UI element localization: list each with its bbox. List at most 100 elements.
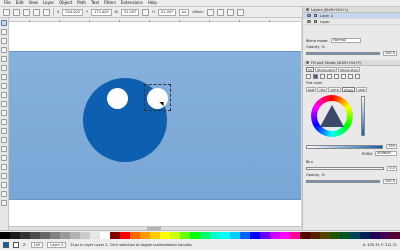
spray-icon[interactable] <box>1 146 7 152</box>
rotate-cw-icon[interactable] <box>23 8 30 16</box>
menu-item-file[interactable]: File <box>4 0 11 6</box>
dropper-icon[interactable] <box>1 191 7 197</box>
menu-item-text[interactable]: Text <box>91 0 99 6</box>
affect-label: Affect: <box>192 10 204 14</box>
rect-icon[interactable] <box>1 65 7 71</box>
pencil-icon[interactable] <box>1 110 7 116</box>
blend-mode-select[interactable]: Normal <box>331 38 362 43</box>
tab-stroke-paint[interactable]: Stroke paint <box>315 67 338 72</box>
calligraphy-icon[interactable] <box>1 128 7 134</box>
y-field[interactable]: 173.429 <box>91 8 112 16</box>
x-field[interactable]: 204.000 <box>62 8 83 16</box>
fill-indicator[interactable] <box>3 241 9 248</box>
bucket-icon[interactable] <box>1 164 7 170</box>
spiral-icon[interactable] <box>1 101 7 107</box>
menu-item-object[interactable]: Object <box>59 0 72 6</box>
flat-color-label: Flat color <box>306 81 323 85</box>
fs-opacity-slider[interactable] <box>306 180 380 183</box>
w-field[interactable]: 51.007 <box>120 8 140 16</box>
alpha-field[interactable]: 255 <box>386 144 397 149</box>
tab-stroke-style[interactable]: Stroke style <box>338 67 360 72</box>
status-bar: Z: 100 Layer 2 51px in layer Layer 2. Cl… <box>0 230 400 250</box>
menu-item-filters[interactable]: Filters <box>104 0 116 6</box>
blur-label: Blur <box>306 160 314 164</box>
drawing-canvas[interactable] <box>9 18 301 230</box>
rgba-label: RGBA: <box>361 151 373 156</box>
visibility-icon[interactable] <box>307 14 311 17</box>
color-palette[interactable] <box>0 232 400 239</box>
unset-paint-icon[interactable] <box>355 74 360 79</box>
color-triangle[interactable] <box>320 105 344 127</box>
tab-fill[interactable]: Fill <box>306 67 315 72</box>
node-icon[interactable] <box>1 29 7 35</box>
left-eye-shape[interactable] <box>107 88 128 109</box>
move-gradients-icon[interactable] <box>226 8 234 16</box>
tab-rgb[interactable]: RGB <box>306 87 317 92</box>
menu-item-help[interactable]: Help <box>148 0 157 6</box>
tab-wheel[interactable]: Wheel <box>341 87 356 92</box>
text-icon[interactable] <box>1 137 7 143</box>
value-slider[interactable] <box>361 96 365 136</box>
layer-opacity-slider[interactable] <box>306 52 380 55</box>
layer-opacity-field[interactable]: 100.0 <box>382 51 397 56</box>
tab-cms[interactable]: CMS <box>356 87 367 92</box>
zoom-field[interactable]: 100 <box>30 241 44 248</box>
3dbox-icon[interactable] <box>1 74 7 80</box>
tab-hsl[interactable]: HSL <box>317 87 328 92</box>
alpha-slider[interactable] <box>306 144 384 149</box>
star-icon[interactable] <box>1 92 7 98</box>
blur-controls: 0.0 <box>303 165 400 172</box>
layers-panel-title-text: Layers (Shift+Ctrl+L) <box>311 7 349 12</box>
no-paint-icon[interactable] <box>306 74 311 79</box>
connector-icon[interactable] <box>1 200 7 206</box>
horizontal-ruler[interactable] <box>9 18 301 22</box>
swatch-icon[interactable] <box>348 74 353 79</box>
scale-stroke-icon[interactable] <box>206 8 214 16</box>
paint-type-buttons <box>303 73 400 80</box>
lock-icon[interactable] <box>314 20 317 23</box>
menu-item-extensions[interactable]: Extensions <box>121 0 143 6</box>
pattern-icon[interactable] <box>341 74 346 79</box>
rotate-ccw-icon[interactable] <box>13 8 20 16</box>
blend-mode-label: Blend mode: <box>306 38 329 43</box>
scale-corners-icon[interactable] <box>216 8 224 16</box>
toolbox <box>0 18 9 230</box>
measure-icon[interactable] <box>1 56 7 62</box>
zoom-icon[interactable] <box>1 47 7 53</box>
flat-color-icon[interactable] <box>313 74 318 79</box>
ellipse-icon[interactable] <box>1 83 7 89</box>
radial-gradient-icon[interactable] <box>327 74 332 79</box>
stroke-indicator[interactable] <box>13 241 19 248</box>
lock-icon[interactable] <box>142 8 150 16</box>
h-label: H <box>152 10 155 14</box>
menu-item-edit[interactable]: Edit <box>16 0 24 6</box>
select-all-icon[interactable] <box>3 8 10 16</box>
rgba-field[interactable]: 0f5fb0ff <box>375 151 397 156</box>
blur-field[interactable]: 0.0 <box>387 166 397 171</box>
gradient-icon[interactable] <box>1 173 7 179</box>
unit-select[interactable]: px <box>179 8 190 16</box>
fill-stroke-tabs: Fill Stroke paint Stroke style <box>303 66 400 73</box>
move-patterns-icon[interactable] <box>236 8 244 16</box>
pen-icon[interactable] <box>1 119 7 125</box>
menu-bar: File Edit View Layer Object Path Text Fi… <box>0 0 400 7</box>
selector-icon[interactable] <box>1 20 7 26</box>
menu-item-layer[interactable]: Layer <box>43 0 54 6</box>
blur-slider[interactable] <box>306 167 385 170</box>
mesh-icon[interactable] <box>1 182 7 188</box>
linear-gradient-icon[interactable] <box>320 74 325 79</box>
tab-cmyk[interactable]: CMYK <box>328 87 341 92</box>
mesh-gradient-icon[interactable] <box>334 74 339 79</box>
flip-h-icon[interactable] <box>33 8 40 16</box>
flip-v-icon[interactable] <box>43 8 50 16</box>
tool-controls-bar: X 204.000 Y 173.429 W 51.007 H 51.007 px… <box>0 7 302 18</box>
menu-item-path[interactable]: Path <box>77 0 86 6</box>
current-layer-select[interactable]: Layer 2 <box>47 241 67 248</box>
visibility-icon[interactable] <box>307 20 311 23</box>
eraser-icon[interactable] <box>1 155 7 161</box>
fs-opacity-field[interactable]: 100.0 <box>382 179 397 184</box>
menu-item-view[interactable]: View <box>28 0 38 6</box>
h-field[interactable]: 51.007 <box>157 8 177 16</box>
tweak-icon[interactable] <box>1 38 7 44</box>
lock-icon[interactable] <box>314 14 317 17</box>
